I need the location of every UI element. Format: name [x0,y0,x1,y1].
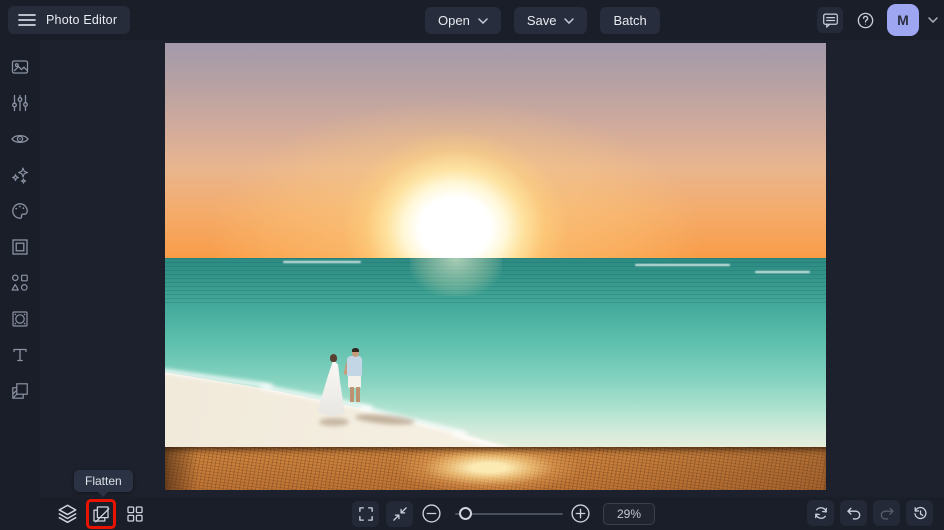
save-button[interactable]: Save [513,7,588,34]
help-icon [856,11,875,30]
sparkles-icon [10,165,30,185]
batch-button[interactable]: Batch [600,7,660,34]
palette-icon [10,201,30,221]
fit-screen-button[interactable] [386,500,413,527]
zoom-slider-handle[interactable] [459,506,472,520]
photo-layer-beach-sunset[interactable] [165,43,826,447]
flatten-tooltip-label: Flatten [85,474,122,488]
account-menu-chevron[interactable] [928,17,938,23]
photo-sun [165,43,826,258]
history-button[interactable] [906,500,933,526]
sidebar-item-artsy[interactable] [9,201,31,221]
template-grid-button[interactable] [123,502,147,526]
frame-icon [10,237,30,257]
redo-button[interactable] [873,500,900,526]
zoom-slider[interactable] [455,506,563,521]
user-avatar[interactable]: M [887,4,919,36]
zoom-controls: 29% [352,497,655,530]
photo-foam-streak [283,261,361,263]
sidebar-item-frames[interactable] [9,237,31,257]
sidebar-item-textures[interactable] [9,309,31,329]
image-icon [10,57,30,77]
bottom-bar: 29% [0,497,944,530]
undo-icon [845,504,863,522]
sliders-icon [10,93,30,113]
text-icon [10,345,30,365]
flatten-tooltip: Flatten [74,470,133,497]
fit-screen-icon [391,505,409,523]
layers-button[interactable] [55,502,79,526]
sidebar-item-photo-manager[interactable] [9,57,31,77]
sidebar-item-retouch[interactable] [9,129,31,149]
sync-icon [812,504,830,522]
sidebar-item-text[interactable] [9,345,31,365]
sidebar-item-graphics[interactable] [9,273,31,293]
sidebar-item-effects[interactable] [9,165,31,185]
tools-sidebar [0,40,40,497]
top-bar: Photo Editor Open Save Batch M [0,0,944,40]
zoom-out-icon [421,503,442,524]
zoom-level-field[interactable]: 29% [603,502,655,525]
app-title: Photo Editor [46,13,118,27]
photo-editor-app: Photo Editor Open Save Batch M Flatten 2… [0,0,944,530]
layer-controls [55,497,147,530]
editor-canvas[interactable] [40,40,944,497]
shapes-icon [10,273,30,293]
open-button[interactable]: Open [425,7,501,34]
photo-woman-dress [317,360,345,416]
zoom-level-value: 29% [616,506,642,521]
zoom-in-button[interactable] [569,503,591,525]
texture-icon [10,309,30,329]
zoom-in-icon [570,503,591,524]
photo-foam-streak [635,264,730,266]
history-icon [911,504,929,522]
zoom-out-button[interactable] [420,503,442,525]
topbar-actions: Open Save Batch [425,7,660,34]
history-controls [807,500,933,526]
chevron-down-icon [478,17,488,24]
feedback-button[interactable] [817,7,843,33]
photo-man-leg [349,387,354,402]
photo-shadow [354,412,416,427]
open-button-label: Open [438,13,470,28]
sidebar-item-overlays[interactable] [9,381,31,401]
eye-icon [10,129,30,149]
flatten-button[interactable] [89,502,113,526]
undo-button[interactable] [840,500,867,526]
chevron-down-icon [928,17,938,23]
layers-icon [57,503,78,524]
topbar-right: M [817,0,938,40]
fullscreen-icon [357,505,375,523]
photo-couple [317,348,427,433]
photo-layer-wet-sand-strip[interactable] [165,447,826,490]
sidebar-item-edit[interactable] [9,93,31,113]
photo-foam-streak [755,271,810,273]
photo-woman-head [330,354,337,362]
main-menu-button[interactable]: Photo Editor [8,6,131,34]
refresh-button[interactable] [807,500,834,526]
flatten-icon [91,504,111,524]
fullscreen-button[interactable] [352,500,379,527]
feedback-icon [822,12,839,29]
photo-man-shirt [347,356,362,377]
overlays-icon [10,381,30,401]
photo-man-hair [352,348,359,352]
batch-button-label: Batch [613,13,647,28]
grid-icon [125,504,145,524]
hamburger-menu-icon [18,13,36,27]
redo-icon [878,504,896,522]
photo-sun-reflection [410,258,502,296]
avatar-initial: M [897,12,909,28]
photo-man-leg [356,387,360,402]
photo-shadow [319,418,349,426]
chevron-down-icon [564,17,575,24]
help-button[interactable] [852,7,878,33]
save-button-label: Save [526,13,557,28]
